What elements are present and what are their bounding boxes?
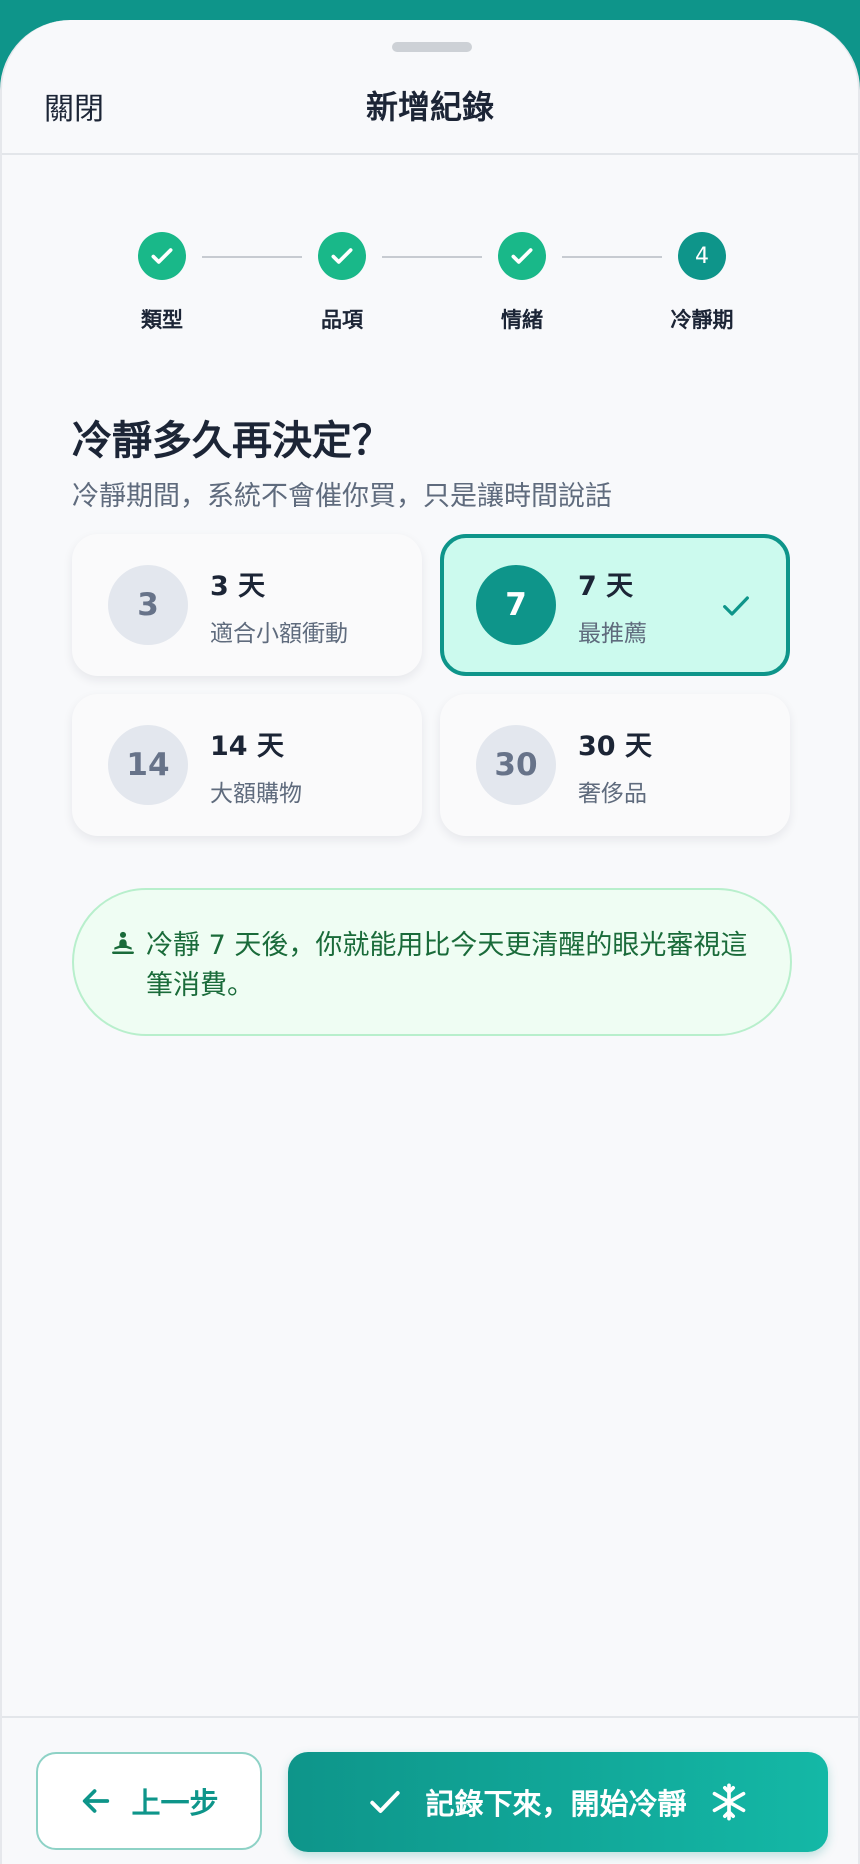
step-item: 品項 — [282, 232, 402, 334]
option-3-days[interactable]: 3 3 天 適合小額衝動 — [72, 534, 422, 676]
step-emotion: 情緒 — [462, 232, 582, 334]
check-icon — [138, 232, 186, 280]
question-title: 冷靜多久再決定？ — [72, 418, 392, 464]
check-icon — [498, 232, 546, 280]
option-desc: 最推薦 — [578, 621, 647, 647]
option-badge: 14 — [108, 725, 188, 805]
option-desc: 奢侈品 — [578, 781, 647, 807]
step-label: 情緒 — [501, 308, 543, 332]
sheet-footer: 上一步 記錄下來，開始冷靜 — [2, 1716, 858, 1864]
back-button-label: 上一步 — [131, 1786, 219, 1820]
submit-button[interactable]: 記錄下來，開始冷靜 — [288, 1752, 828, 1852]
step-number: 4 — [678, 232, 726, 280]
option-name: 30 天 — [578, 731, 652, 762]
tip-banner: 冷靜 7 天後，你就能用比今天更清醒的眼光審視這筆消費。 — [72, 888, 792, 1036]
option-badge: 7 — [476, 565, 556, 645]
tip-text: 冷靜 7 天後，你就能用比今天更清醒的眼光審視這筆消費。 — [146, 930, 748, 1001]
option-30-days[interactable]: 30 30 天 奢侈品 — [440, 694, 790, 836]
option-14-days[interactable]: 14 14 天 大額購物 — [72, 694, 422, 836]
option-name: 14 天 — [210, 731, 284, 762]
step-type: 類型 — [102, 232, 222, 334]
option-badge: 3 — [108, 565, 188, 645]
step-label: 品項 — [321, 308, 363, 332]
option-name: 7 天 — [578, 571, 634, 602]
question-subtitle: 冷靜期間，系統不會催你買，只是讓時間說話 — [72, 481, 612, 512]
option-name: 3 天 — [210, 571, 266, 602]
arrow-left-icon — [83, 1789, 110, 1813]
option-desc: 適合小額衝動 — [210, 621, 348, 647]
meditation-icon — [112, 931, 134, 954]
option-desc: 大額購物 — [210, 781, 302, 807]
page-title: 新增紀錄 — [365, 88, 494, 126]
check-icon — [370, 1791, 401, 1813]
check-icon — [318, 232, 366, 280]
sheet-header: 關閉 新增紀錄 — [2, 20, 858, 155]
step-label: 冷靜期 — [670, 308, 734, 332]
step-cooldown: 4 冷靜期 — [642, 232, 762, 334]
bottom-sheet: 關閉 新增紀錄 類型 品項 情緒 4 冷靜期 冷靜多久再決定？ 冷靜期間，系統不… — [0, 20, 860, 1864]
option-badge: 30 — [476, 725, 556, 805]
selected-check-icon — [723, 596, 749, 616]
back-button[interactable]: 上一步 — [36, 1752, 262, 1850]
stepper: 類型 品項 情緒 4 冷靜期 — [2, 210, 858, 340]
option-7-days[interactable]: 7 7 天 最推薦 — [440, 534, 790, 676]
snowflake-icon — [712, 1783, 745, 1821]
submit-button-label: 記錄下來，開始冷靜 — [425, 1787, 687, 1821]
step-label: 類型 — [141, 308, 183, 332]
